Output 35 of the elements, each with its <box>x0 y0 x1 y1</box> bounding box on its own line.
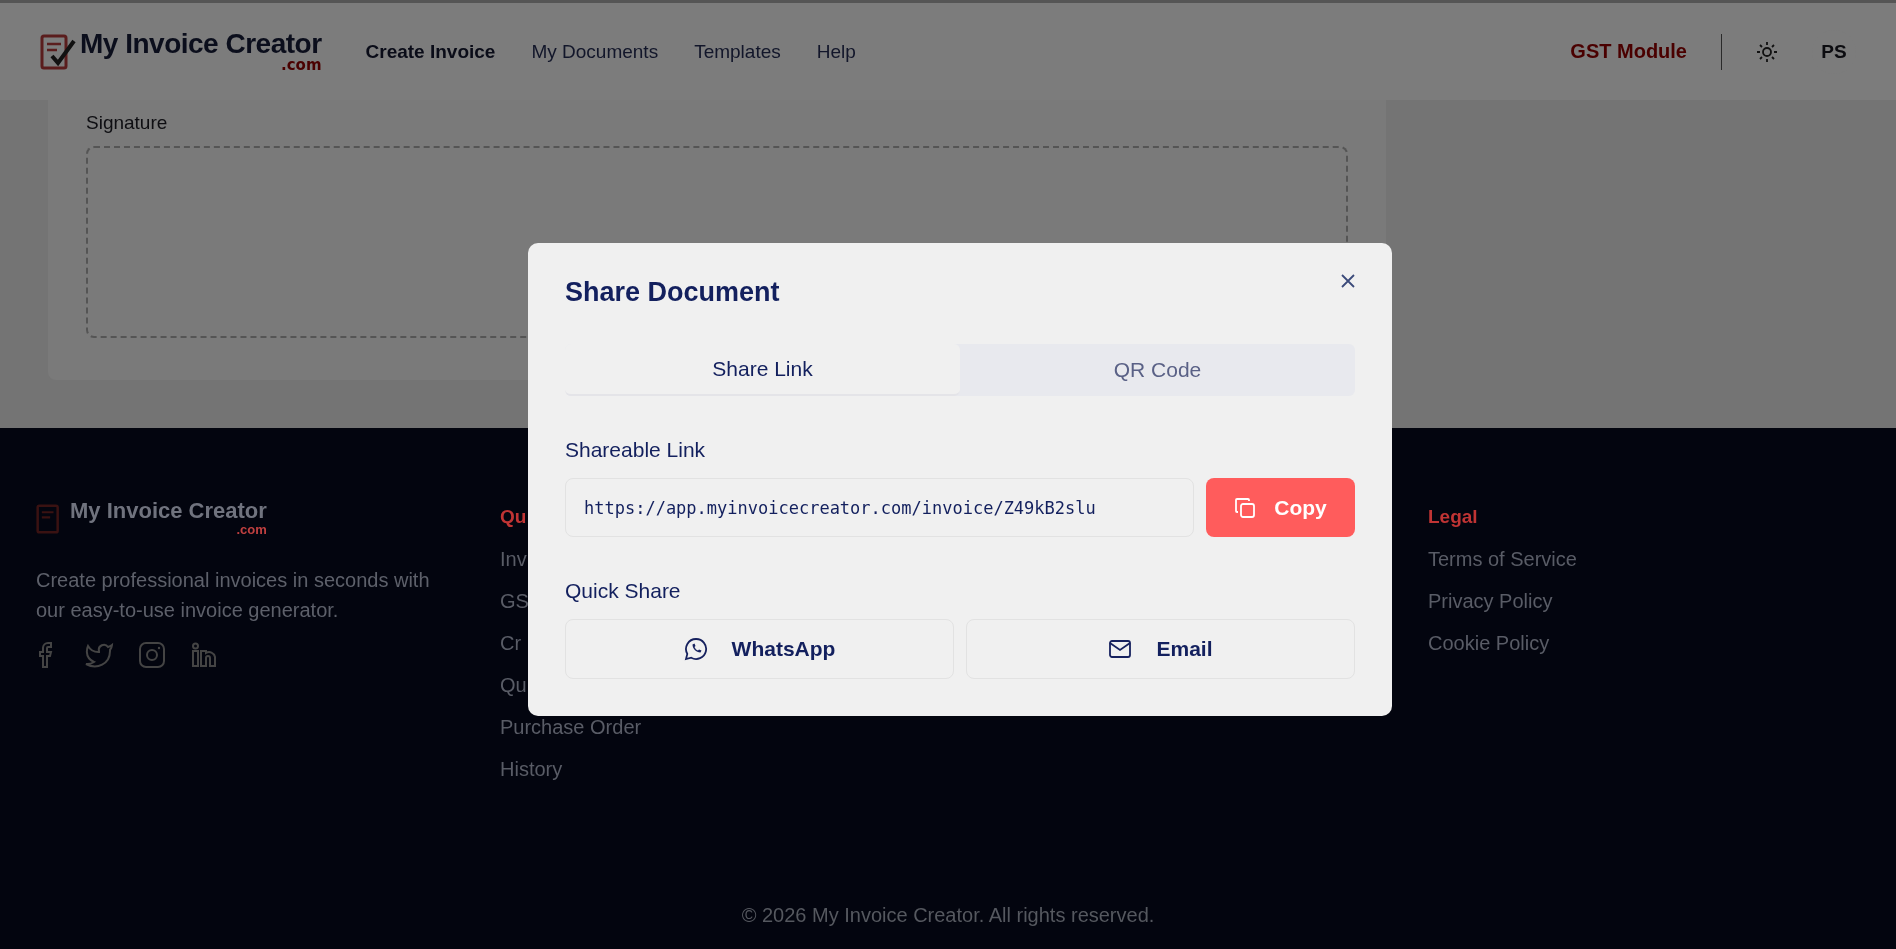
linkedin-icon[interactable] <box>190 641 218 669</box>
nav-link[interactable]: My Documents <box>531 40 659 63</box>
nav-link[interactable]: Help <box>816 40 856 63</box>
footer-logo-domain: .com <box>236 522 267 537</box>
link-field[interactable]: https://app.myinvoicecreator.com/invoice/Z49kB2slu <box>565 478 1194 537</box>
twitter-icon[interactable] <box>84 642 114 668</box>
nav-link[interactable]: Create Invoice <box>365 40 496 63</box>
share-button[interactable]: Email <box>966 619 1355 679</box>
logo-text[interactable]: My Invoice Creator <box>80 30 322 58</box>
footer-column-title: Legal <box>1428 506 1479 528</box>
footer-description: Create professional invoices in seconds with our easy-to-use invoice generator. <box>36 568 431 623</box>
footer-logo-text: My Invoice Creator <box>70 500 267 522</box>
dialog-title: Share Document <box>565 277 780 308</box>
gst-module-link[interactable]: GST Module <box>1570 40 1687 63</box>
close-icon[interactable] <box>1340 273 1356 289</box>
copy-icon <box>1234 496 1257 519</box>
nav-link[interactable]: Templates <box>694 40 781 63</box>
section-label: Quick Share <box>565 579 682 603</box>
copyright-text: © 2026 My Invoice Creator. All rights reserved. <box>740 904 1156 927</box>
copy-button[interactable]: Copy <box>1206 478 1355 537</box>
signature-label: Signature <box>86 112 169 134</box>
sun-icon[interactable] <box>1756 40 1778 63</box>
footer-link[interactable]: Terms of Service <box>1428 548 1865 590</box>
footer-link[interactable]: Privacy Policy <box>1428 590 1865 632</box>
footer-link[interactable]: History <box>500 758 937 800</box>
instagram-icon[interactable] <box>138 641 166 669</box>
logo-domain: .com <box>281 58 322 73</box>
mail-icon <box>1108 639 1133 659</box>
tab[interactable]: QR Code <box>960 344 1355 396</box>
footer-link[interactable]: Purchase Order <box>500 716 937 758</box>
tab[interactable]: Share Link <box>565 344 960 396</box>
whatsapp-icon <box>683 637 708 661</box>
share-button[interactable]: WhatsApp <box>565 619 954 679</box>
field-label: Shareable Link <box>565 438 707 462</box>
footer-link[interactable]: Cookie Policy <box>1428 632 1865 674</box>
